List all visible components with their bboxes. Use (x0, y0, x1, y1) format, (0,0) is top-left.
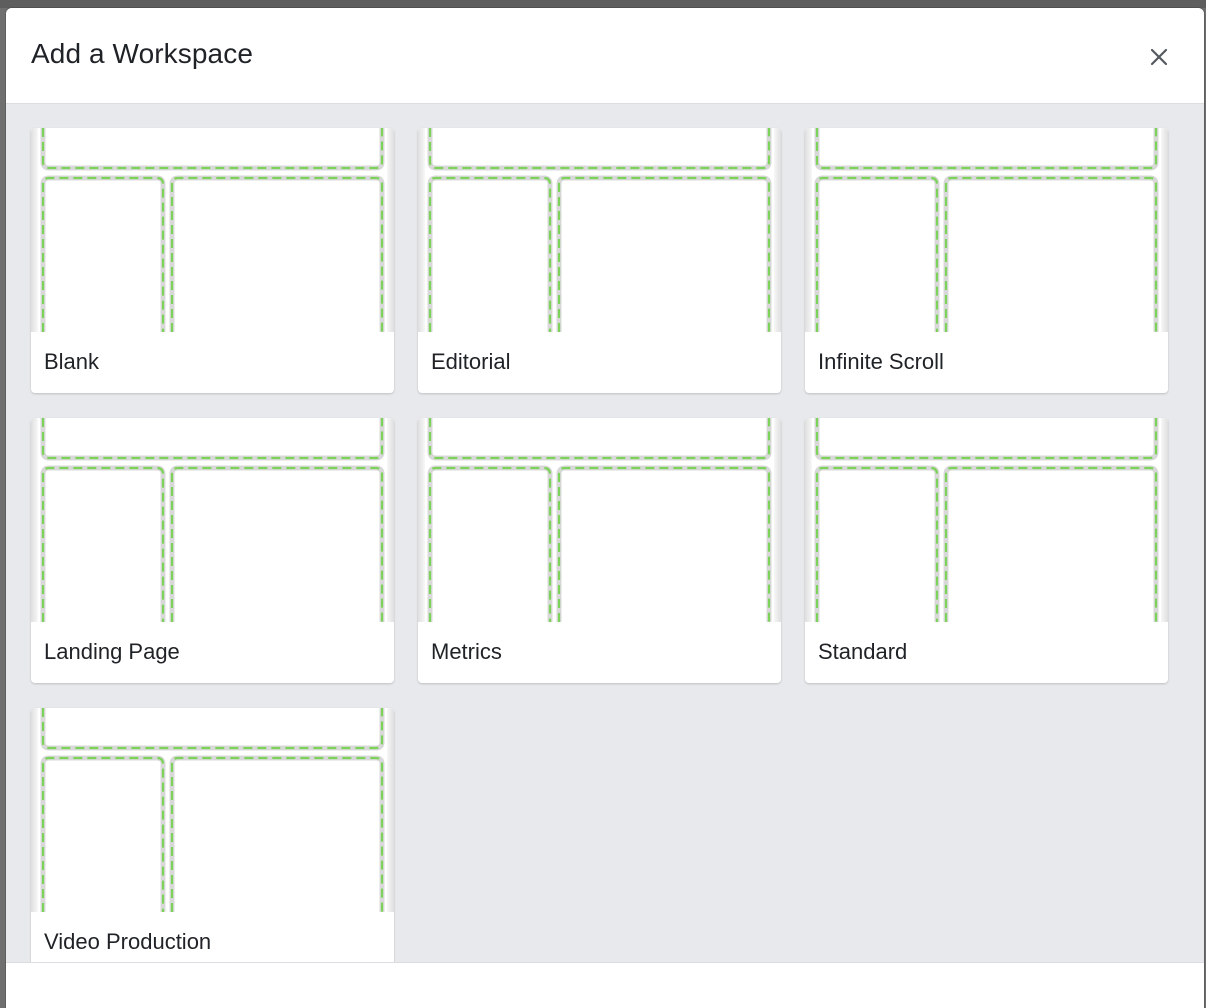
layout-preview-icon (805, 418, 1168, 622)
template-label: Video Production (44, 929, 212, 954)
template-thumbnail (418, 128, 781, 332)
template-thumbnail (805, 418, 1168, 622)
layout-preview-icon (418, 128, 781, 332)
template-list: Blank Editorial Infinite Scroll Landing … (6, 104, 1204, 962)
template-thumbnail (418, 418, 781, 622)
template-label: Standard (818, 639, 908, 664)
layout-preview-icon (805, 128, 1168, 332)
template-card[interactable]: Landing Page (31, 418, 394, 683)
template-card[interactable]: Metrics (418, 418, 781, 683)
close-icon (1150, 48, 1168, 66)
template-thumbnail (31, 708, 394, 912)
layout-preview-icon (418, 418, 781, 622)
template-label: Metrics (431, 639, 502, 664)
dialog-footer (6, 962, 1204, 1008)
dialog-header: Add a Workspace (6, 8, 1204, 104)
template-thumbnail (31, 418, 394, 622)
template-card[interactable]: Blank (31, 128, 394, 393)
dialog-title: Add a Workspace (31, 38, 253, 69)
template-thumbnail (805, 128, 1168, 332)
template-card[interactable]: Video Production (31, 708, 394, 962)
layout-preview-icon (31, 128, 394, 332)
add-workspace-dialog: Add a Workspace Blank Editorial Infinite… (6, 8, 1204, 1008)
layout-preview-icon (31, 708, 394, 912)
template-card[interactable]: Standard (805, 418, 1168, 683)
template-label: Blank (44, 349, 100, 374)
page-backdrop (0, 0, 1206, 8)
layout-preview-icon (31, 418, 394, 622)
template-card[interactable]: Editorial (418, 128, 781, 393)
template-label: Infinite Scroll (818, 349, 944, 374)
template-label: Landing Page (44, 639, 180, 664)
template-label: Editorial (431, 349, 511, 374)
close-button[interactable] (1144, 42, 1174, 72)
template-thumbnail (31, 128, 394, 332)
template-card[interactable]: Infinite Scroll (805, 128, 1168, 393)
